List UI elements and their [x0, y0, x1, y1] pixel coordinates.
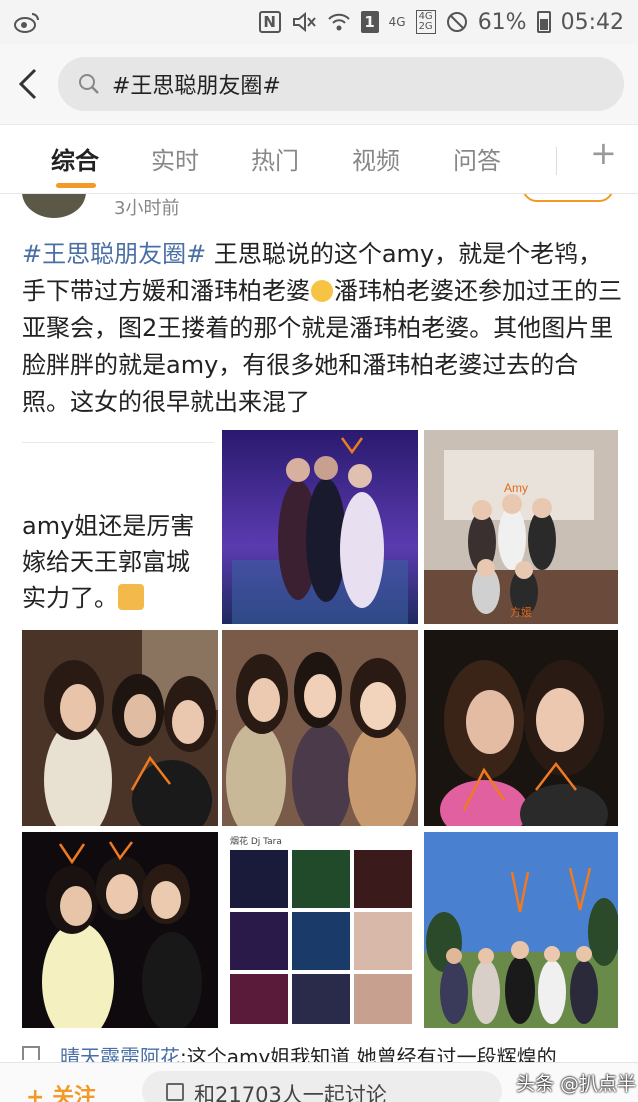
post-hashtag-link[interactable]: #王思聪朋友圈# — [22, 240, 206, 268]
comment-text: :这个amy姐我知道 她曾经有过一段辉煌的 — [180, 1045, 557, 1062]
meme-line-3: 实力了。 — [22, 584, 118, 612]
collage-caption: 烟花 Dj Tara — [230, 835, 282, 847]
image-6-duo-photo[interactable] — [424, 630, 618, 826]
image-4-selfie[interactable] — [22, 630, 218, 826]
image-7-club-photo[interactable] — [22, 832, 218, 1028]
discuss-button[interactable]: 和21703人一起讨论 — [142, 1071, 502, 1102]
search-icon — [79, 74, 99, 94]
image-3-group-photo[interactable]: Amy 方媛 — [424, 430, 618, 624]
image-8-collage[interactable]: 烟花 Dj Tara — [222, 832, 418, 1028]
add-tab-icon[interactable]: + — [590, 135, 617, 171]
active-tab-indicator — [56, 183, 96, 188]
network-2g-text: 2G — [418, 21, 433, 32]
tab-video[interactable]: 视频 — [352, 141, 400, 176]
nfc-icon: N — [258, 11, 281, 33]
thumbs-up-icon — [118, 584, 144, 610]
clock-time: 05:42 — [560, 9, 624, 35]
meme-line-1: amy姐还是厉害 — [22, 512, 195, 540]
tab-realtime[interactable]: 实时 — [151, 141, 199, 176]
comment-icon — [22, 1046, 40, 1060]
post-timestamp: 3小时前 — [114, 198, 180, 219]
divider — [22, 442, 214, 443]
chevron-left-icon — [18, 68, 37, 100]
weibo-logo-icon — [14, 11, 40, 33]
follow-button[interactable]: + 关注 — [26, 1079, 96, 1102]
watermark: 头条 @扒点半 — [516, 1073, 637, 1095]
commenter-name[interactable]: 晴天霹雳阿花 — [60, 1045, 180, 1062]
sim-slot-icon: 1 — [360, 11, 379, 33]
tab-hot[interactable]: 热门 — [251, 141, 299, 176]
image-2-party-photo[interactable] — [222, 430, 418, 624]
edit-icon — [166, 1083, 184, 1101]
back-button[interactable] — [0, 44, 56, 124]
post-header: 3小时前 — [0, 194, 638, 230]
comment-preview[interactable]: 晴天霹雳阿花:这个amy姐我知道 她曾经有过一段辉煌的 — [0, 1040, 638, 1062]
image-1-text-meme[interactable]: amy姐还是厉害 嫁给天王郭富城 实力了。 — [22, 508, 218, 618]
follow-pill-button[interactable] — [522, 194, 614, 202]
bottom-bar: + 关注 和21703人一起讨论 头条 @扒点半 — [0, 1062, 638, 1102]
meme-text: amy姐还是厉害 嫁给天王郭富城 实力了。 — [22, 508, 194, 616]
meme-line-2: 嫁给天王郭富城 — [22, 548, 190, 576]
network-4g-label: 4G — [388, 15, 406, 29]
search-query: #王思聪朋友圈# — [112, 74, 281, 99]
tab-bar: 综合 实时 热门 视频 问答 + — [0, 124, 638, 194]
image-5-trio-photo[interactable] — [222, 630, 418, 826]
battery-percent: 61% — [477, 9, 527, 35]
avatar[interactable] — [22, 194, 86, 218]
post-body: #王思聪朋友圈# 王思聪说的这个amy，就是个老鸨，手下带过方媛和潘玮柏老婆 潘玮… — [22, 236, 622, 421]
wifi-icon — [327, 11, 351, 33]
mute-icon — [291, 11, 317, 33]
search-header: #王思聪朋友圈# — [0, 44, 638, 124]
battery-icon — [536, 11, 551, 33]
image3-caption: 方媛 — [510, 605, 532, 619]
status-bar: N 1 4G 4G 2G 61% 05:42 — [0, 0, 638, 44]
tab-qa[interactable]: 问答 — [453, 141, 501, 176]
do-not-disturb-icon — [446, 11, 468, 33]
image-9-beach-group[interactable] — [424, 832, 618, 1028]
discuss-label: 和21703人一起讨论 — [194, 1083, 387, 1102]
laughing-emoji-icon — [311, 280, 333, 302]
image3-name-label: Amy — [504, 481, 528, 495]
tab-comprehensive[interactable]: 综合 — [51, 141, 99, 176]
network-dual-icon: 4G 2G — [415, 10, 436, 34]
tab-divider — [556, 147, 557, 175]
search-input[interactable]: #王思聪朋友圈# — [58, 57, 624, 111]
